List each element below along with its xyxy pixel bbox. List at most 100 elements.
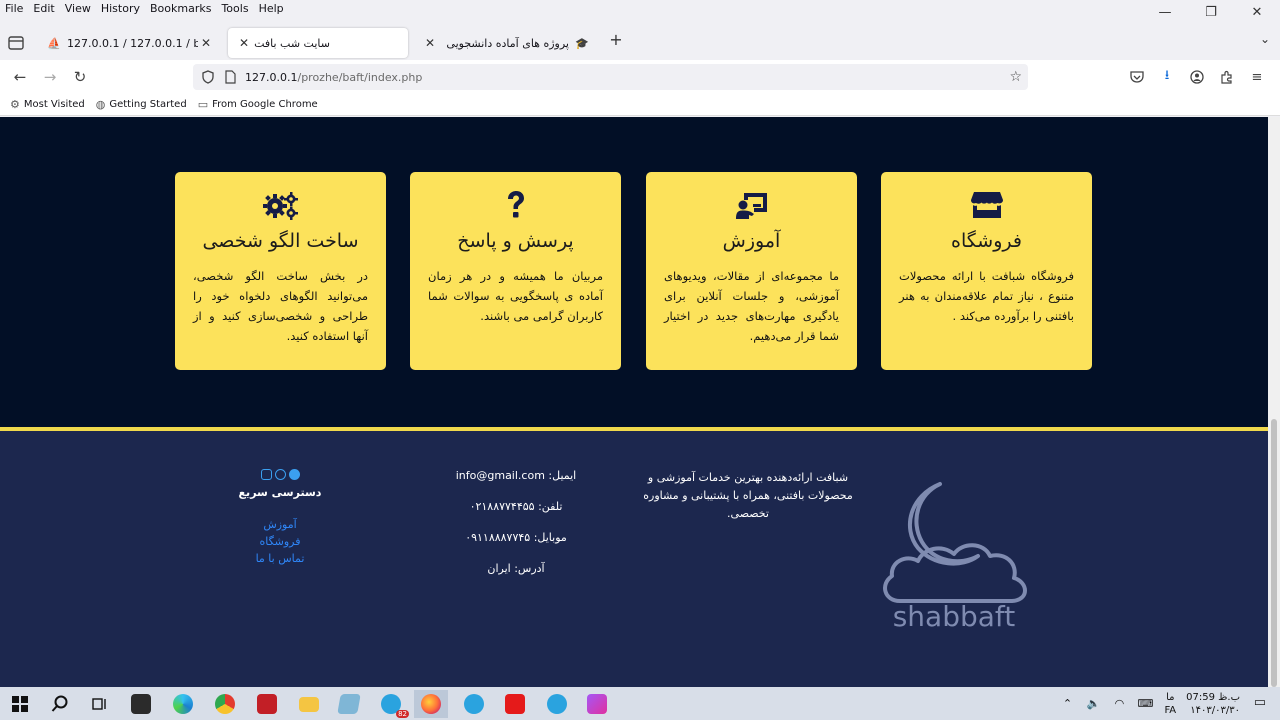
feature-card-faq: پرسش و پاسخ مربیان ما همیشه و در هر زمان… [410, 172, 621, 370]
url-text[interactable]: 127.0.0.1/prozhe/baft/index.php [245, 71, 422, 84]
bookmark-label: Getting Started [109, 99, 187, 110]
tab-projects[interactable]: ✕ پروژه های آماده دانشجویی 🎓 [414, 28, 598, 58]
quick-access-heading: دسترسی سریع [238, 486, 322, 499]
chrome-icon[interactable] [208, 690, 242, 718]
gears-icon [262, 192, 298, 220]
feature-card-shop: فروشگاه فروشگاه شبافت با ارائه محصولات م… [881, 172, 1092, 370]
folder-icon: ▭ [197, 98, 209, 111]
bookmarks-bar: ⚙ Most Visited ◍ Getting Started ▭ From Goo… [0, 94, 1280, 116]
scroll-thumb[interactable] [1271, 419, 1277, 687]
shield-icon[interactable] [201, 70, 215, 84]
account-icon[interactable] [1182, 66, 1212, 88]
keyboard-icon[interactable]: ⌨ [1132, 697, 1158, 710]
chevron-up-icon[interactable]: ⌃ [1054, 697, 1080, 710]
page-content: ساخت الگو شخصی در بخش ساخت الگو شخصی، می… [0, 117, 1268, 687]
contact-phone: تلفن: ۰۲۱۸۸۷۷۴۴۵۵ [469, 500, 563, 513]
close-icon[interactable]: ✕ [422, 36, 438, 50]
close-icon[interactable]: ✕ [198, 36, 214, 50]
question-icon [507, 191, 524, 218]
tab-shabbaft[interactable]: سایت شب بافت ✕ [228, 28, 408, 58]
menu-bookmarks[interactable]: Bookmarks [145, 1, 216, 17]
wifi-icon[interactable]: ◠ [1106, 697, 1132, 710]
tab-bar: ⛵ 127.0.0.1 / 127.0.0.1 / baft / use ✕ س… [0, 24, 1280, 60]
footer-quick-access: دسترسی سریع آموزش فروشگاه تماس با ما [230, 469, 330, 567]
card-title: پرسش و پاسخ [457, 230, 574, 252]
card-title: فروشگاه [951, 230, 1022, 252]
footer-about: شبافت ارائه‌دهنده بهترین خدمات آموزشی و … [643, 471, 853, 520]
reload-icon[interactable]: ↻ [68, 66, 92, 88]
menu-file[interactable]: File [0, 1, 28, 17]
card-title: ساخت الگو شخصی [202, 230, 359, 252]
url-path: /prozhe/baft/index.php [297, 70, 423, 84]
graduation-cap-icon: 🎓 [575, 36, 589, 50]
clock-date: ۱۴۰۳/۰۳/۳۰ [1190, 704, 1240, 716]
task-view-icon[interactable] [83, 690, 117, 718]
telegram-icon[interactable] [540, 690, 574, 718]
telegram-icon[interactable]: 82 [374, 690, 409, 718]
forward-arrow-icon[interactable]: → [38, 66, 62, 88]
card-title: آموزش [722, 230, 781, 252]
footer-link-shop[interactable]: فروشگاه [230, 533, 330, 550]
close-icon[interactable]: ✕ [236, 36, 252, 50]
new-tab-icon[interactable]: + [606, 30, 626, 50]
minimize-icon[interactable]: — [1142, 0, 1188, 24]
contact-mobile: موبایل: ۰۹۱۱۸۸۸۷۷۴۵ [465, 531, 567, 544]
windows-start-icon[interactable] [3, 690, 37, 718]
features-section: ساخت الگو شخصی در بخش ساخت الگو شخصی، می… [0, 172, 1268, 372]
telegram-icon[interactable] [457, 690, 491, 718]
footer-link-education[interactable]: آموزش [230, 516, 330, 533]
navigation-bar: ← → ↻ 127.0.0.1/prozhe/baft/index.php ☆ … [0, 60, 1280, 94]
clock[interactable]: 07:59 ب.ظ ۱۴۰۳/۰۳/۳۰ [1186, 691, 1240, 717]
telegram-icon[interactable] [288, 469, 300, 480]
notepad-icon[interactable] [332, 690, 366, 718]
feature-card-education: آموزش ما مجموعه‌ای از مقالات، ویدیوهای آ… [646, 172, 857, 370]
badge: 82 [396, 710, 409, 718]
search-icon[interactable] [43, 690, 77, 718]
whatsapp-icon[interactable] [274, 469, 286, 480]
page-icon[interactable] [223, 70, 237, 84]
volume-icon[interactable]: 🔈 [1080, 697, 1106, 710]
edge-icon[interactable] [166, 690, 200, 718]
menu-tools[interactable]: Tools [216, 1, 253, 17]
bookmark-getting-started[interactable]: ◍ Getting Started [96, 98, 187, 111]
extensions-icon[interactable] [1212, 66, 1242, 88]
toolbar-icons: ⭳ ≡ [1122, 66, 1272, 88]
firefox-icon[interactable] [414, 690, 448, 718]
page-scrollbar[interactable] [1268, 117, 1280, 687]
acrobat-icon[interactable] [498, 690, 532, 718]
tab-label: 127.0.0.1 / 127.0.0.1 / baft / use [67, 36, 198, 50]
hamburger-menu-icon[interactable]: ≡ [1242, 66, 1272, 88]
footer-link-contact[interactable]: تماس با ما [230, 550, 330, 567]
language-indicator[interactable]: FA [1164, 704, 1176, 717]
social-icons [230, 469, 330, 480]
chevron-down-icon[interactable]: ⌄ [1260, 32, 1270, 46]
windows-taskbar: 82 ⌃ 🔈 ◠ ⌨ ما FA 07:59 ب.ظ ۱۴۰۳/۰۳/۳۰ ▭ [0, 687, 1280, 720]
store-app-icon[interactable] [124, 690, 158, 718]
card-text: ما مجموعه‌ای از مقالات، ویدیوهای آموزشی،… [664, 269, 839, 343]
close-icon[interactable]: ✕ [1234, 0, 1280, 24]
menu-edit[interactable]: Edit [28, 1, 59, 17]
menu-view[interactable]: View [60, 1, 96, 17]
card-text: مربیان ما همیشه و در هر زمان آماده ی پاس… [428, 269, 603, 323]
tab-list-icon[interactable] [6, 34, 26, 52]
logo-text: shabbaft [893, 600, 1016, 633]
pocket-icon[interactable] [1122, 66, 1152, 88]
url-bar[interactable]: 127.0.0.1/prozhe/baft/index.php ☆ [193, 64, 1028, 90]
bookmark-from-google-chrome[interactable]: ▭ From Google Chrome [198, 98, 318, 111]
menu-help[interactable]: Help [254, 1, 289, 17]
star-icon[interactable]: ☆ [1009, 69, 1022, 85]
store-icon [970, 192, 1003, 218]
bookmark-most-visited[interactable]: ⚙ Most Visited [10, 98, 85, 111]
menu-history[interactable]: History [96, 1, 145, 17]
app-icon[interactable] [250, 690, 284, 718]
phpstorm-icon[interactable] [580, 690, 614, 718]
file-explorer-icon[interactable] [292, 690, 326, 718]
tab-phpmyadmin[interactable]: ⛵ 127.0.0.1 / 127.0.0.1 / baft / use ✕ [38, 28, 222, 58]
instagram-icon[interactable] [260, 469, 272, 480]
back-arrow-icon[interactable]: ← [8, 66, 32, 88]
system-tray: ⌃ 🔈 ◠ ⌨ ما FA 07:59 ب.ظ ۱۴۰۳/۰۳/۳۰ [1054, 687, 1240, 720]
download-icon[interactable]: ⭳ [1152, 66, 1182, 88]
notification-icon[interactable]: ▭ [1254, 695, 1266, 710]
maximize-icon[interactable]: ❐ [1188, 0, 1234, 24]
menu-bar: File Edit View History Bookmarks Tools H… [0, 0, 1280, 18]
